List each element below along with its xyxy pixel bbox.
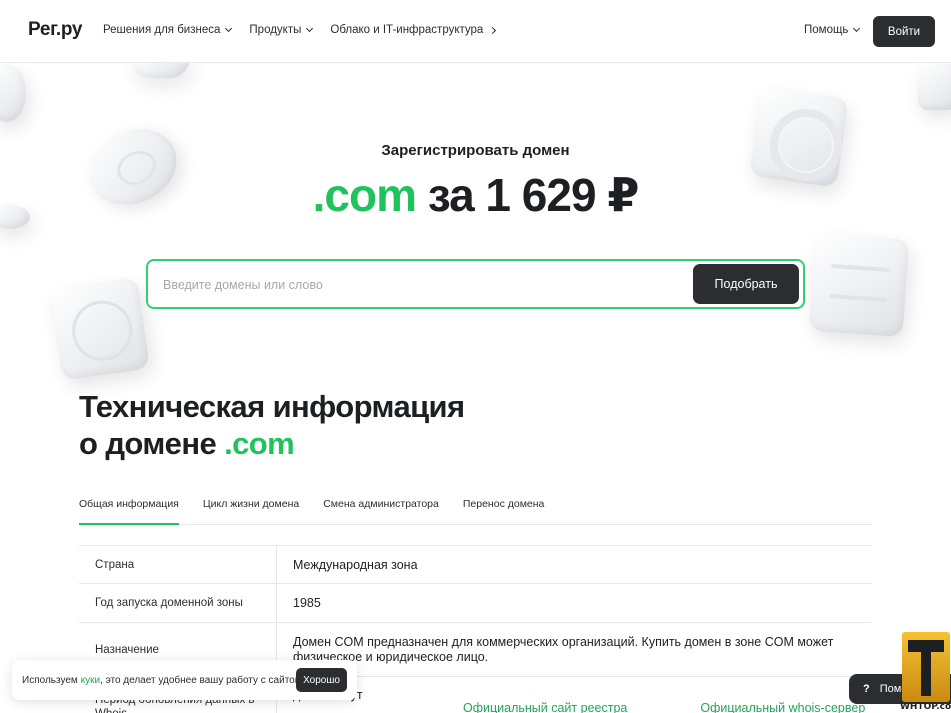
cookie-accept-button[interactable]: Хорошо	[296, 668, 347, 692]
row-key: Год запуска доменной зоны	[79, 584, 277, 622]
cookie-text: Используем куки, это делает удобнее вашу…	[12, 675, 302, 686]
hero-price: за 1 629 ₽	[427, 169, 640, 221]
domain-search-input[interactable]	[163, 274, 683, 296]
main-nav: Решения для бизнеса Продукты Облако и IT…	[103, 24, 513, 36]
watermark: WHTOP.com	[900, 630, 951, 713]
tab-domain-lifecycle[interactable]: Цикл жизни домена	[203, 498, 299, 525]
tech-info-title: Техническая информация о домене .com	[79, 388, 465, 462]
cookie-text-after: , это делает удобнее вашу работу с сайто…	[100, 674, 302, 686]
row-value: Домен COM предназначен для коммерческих …	[293, 635, 834, 664]
login-button[interactable]: Войти	[873, 16, 935, 47]
cookie-banner: Используем куки, это делает удобнее вашу…	[12, 660, 357, 700]
tech-title-prefix: о домене	[79, 426, 217, 461]
site-header: Рег.ру Решения для бизнеса Продукты Обла…	[0, 0, 951, 63]
tech-title-line1: Техническая информация	[79, 389, 465, 424]
official-whois-link[interactable]: Официальный whois-сервер	[700, 701, 865, 713]
decorative-slider-tile	[808, 232, 910, 338]
hero-zone: .com	[312, 169, 417, 221]
registry-links: Официальный сайт реестра Официальный who…	[463, 701, 865, 713]
help-menu[interactable]: Помощь	[804, 24, 861, 36]
official-registry-link[interactable]: Официальный сайт реестра	[463, 701, 627, 713]
tech-title-line2: о домене .com	[79, 425, 465, 462]
row-value: Международная зона	[293, 557, 418, 572]
hero-subtitle: Зарегистрировать домен	[381, 142, 570, 159]
chevron-right-icon	[489, 26, 497, 34]
row-key: Страна	[79, 546, 277, 583]
tab-domain-transfer[interactable]: Перенос домена	[463, 498, 545, 525]
search-submit-button[interactable]: Подобрать	[693, 264, 799, 304]
question-icon: ?	[863, 683, 870, 695]
nav-business-solutions[interactable]: Решения для бизнеса	[103, 24, 233, 36]
nav-cloud-it[interactable]: Облако и IT-инфраструктура	[330, 24, 497, 36]
row-value: 1985	[293, 596, 321, 610]
watermark-logo-icon	[902, 632, 950, 702]
watermark-text: WHTOP.com	[900, 702, 951, 712]
cookie-link[interactable]: куки	[81, 675, 100, 686]
decorative-globe-tile	[50, 277, 150, 381]
decorative-tile	[918, 64, 951, 110]
hero-title: .com за 1 629 ₽	[0, 168, 951, 222]
nav-label: Облако и IT-инфраструктура	[330, 24, 484, 36]
chevron-down-icon	[853, 24, 861, 33]
tech-tabs: Общая информация Цикл жизни домена Смена…	[79, 498, 872, 525]
tech-title-zone: .com	[224, 426, 295, 461]
chevron-down-icon	[306, 24, 314, 33]
table-row: Год запуска доменной зоны 1985	[79, 584, 872, 623]
domain-search: Подобрать	[146, 259, 805, 309]
nav-label: Продукты	[249, 24, 302, 36]
cookie-text-before: Используем	[22, 674, 81, 686]
nav-label: Решения для бизнеса	[103, 24, 221, 36]
logo[interactable]: Рег.ру	[28, 19, 82, 41]
decorative-coin	[0, 64, 26, 122]
nav-products[interactable]: Продукты	[249, 24, 314, 36]
tab-admin-change[interactable]: Смена администратора	[323, 498, 439, 525]
tab-general-info[interactable]: Общая информация	[79, 498, 179, 525]
help-label: Помощь	[804, 24, 849, 36]
table-row: Страна Международная зона	[79, 546, 872, 584]
chevron-down-icon	[225, 24, 233, 33]
